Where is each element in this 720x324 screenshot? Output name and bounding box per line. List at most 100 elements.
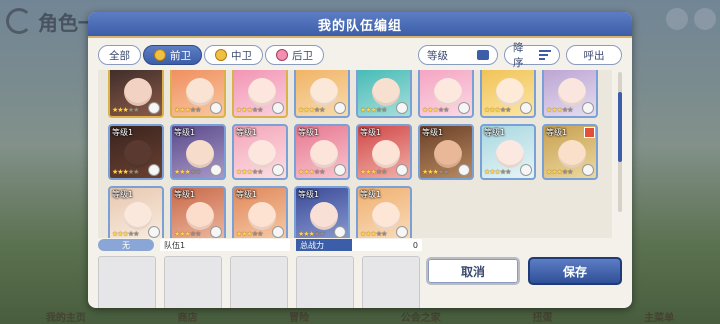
detail-arrow-icon[interactable] <box>396 102 408 114</box>
character-level: 等级1 <box>236 190 258 199</box>
scrollbar-thumb[interactable] <box>618 92 622 162</box>
rarity-stars: ★★★★★ <box>236 230 263 238</box>
call-out-button[interactable]: 呼出 <box>566 45 622 65</box>
team-edit-dialog: 我的队伍编组 全部 前卫 中卫 后卫 等级 降序 呼出 ★★★★★ ★★★★★ ★★★★★… <box>88 12 632 308</box>
character-portrait <box>248 202 276 230</box>
rarity-stars: ★★★★★ <box>174 106 201 114</box>
character-portrait <box>186 78 214 106</box>
character-card[interactable]: 等级1 ★★★★★ <box>170 186 226 238</box>
character-card[interactable]: ★★★★★ <box>418 70 474 118</box>
character-portrait <box>124 202 152 230</box>
character-card[interactable]: 等级1 ★★★★★ <box>294 186 350 238</box>
character-card[interactable]: 等级1 ★★★★★ <box>232 186 288 238</box>
detail-arrow-icon[interactable] <box>272 226 284 238</box>
sort-order-button[interactable]: 降序 <box>504 42 560 69</box>
team-slot[interactable] <box>296 256 354 308</box>
character-card[interactable]: 等级1 ★★★★★ <box>294 124 350 180</box>
rarity-stars: ★★★★★ <box>236 168 263 176</box>
detail-arrow-icon[interactable] <box>334 164 346 176</box>
character-card[interactable]: 等级1 ★★★★★ <box>418 124 474 180</box>
character-portrait <box>310 78 338 106</box>
character-level: 等级1 <box>236 128 258 137</box>
character-level: 等级1 <box>298 190 320 199</box>
character-card[interactable]: 等级1 ★★★★★ <box>108 124 164 180</box>
character-portrait <box>186 202 214 230</box>
total-power-label: 总战力 <box>296 239 352 251</box>
character-level: 等级1 <box>174 190 196 199</box>
detail-arrow-icon[interactable] <box>396 226 408 238</box>
rarity-stars: ★★★★★ <box>546 168 573 176</box>
detail-arrow-icon[interactable] <box>458 102 470 114</box>
cancel-button[interactable]: 取消 <box>426 257 520 285</box>
character-portrait <box>372 202 400 230</box>
tab-label: 后卫 <box>292 49 313 62</box>
detail-arrow-icon[interactable] <box>148 164 160 176</box>
rarity-stars: ★★★★★ <box>422 168 449 176</box>
list-scrollbar[interactable] <box>618 72 622 212</box>
detail-arrow-icon[interactable] <box>396 164 408 176</box>
tab-2[interactable]: 中卫 <box>204 45 263 65</box>
character-portrait <box>310 202 338 230</box>
character-card[interactable]: ★★★★★ <box>108 70 164 118</box>
rarity-stars: ★★★★★ <box>298 106 325 114</box>
character-portrait <box>248 78 276 106</box>
detail-arrow-icon[interactable] <box>334 102 346 114</box>
team-slot[interactable] <box>164 256 222 308</box>
position-tabs: 全部 前卫 中卫 后卫 <box>98 45 324 65</box>
rarity-stars: ★★★★★ <box>298 168 325 176</box>
tab-3[interactable]: 后卫 <box>265 45 324 65</box>
rarity-stars: ★★★★★ <box>174 168 201 176</box>
rarity-stars: ★★★★★ <box>236 106 263 114</box>
rarity-stars: ★★★★★ <box>360 230 387 238</box>
character-card[interactable]: ★★★★★ <box>480 70 536 118</box>
character-portrait <box>248 140 276 168</box>
character-portrait <box>496 140 524 168</box>
character-card[interactable]: 等级1 ★★★★★ <box>170 124 226 180</box>
detail-arrow-icon[interactable] <box>520 164 532 176</box>
save-button[interactable]: 保存 <box>528 257 622 285</box>
character-level: 等级1 <box>112 128 134 137</box>
detail-arrow-icon[interactable] <box>210 102 222 114</box>
leader-badge-icon <box>584 127 595 138</box>
character-card[interactable]: 等级1 ★★★★★ <box>542 124 598 180</box>
detail-arrow-icon[interactable] <box>272 102 284 114</box>
character-card[interactable]: ★★★★★ <box>542 70 598 118</box>
character-portrait <box>372 78 400 106</box>
character-card[interactable]: ★★★★★ <box>170 70 226 118</box>
team-slot[interactable] <box>362 256 420 308</box>
character-card[interactable]: 等级1 ★★★★★ <box>232 124 288 180</box>
detail-arrow-icon[interactable] <box>272 164 284 176</box>
rarity-stars: ★★★★★ <box>360 168 387 176</box>
team-slot[interactable] <box>230 256 288 308</box>
character-portrait <box>558 140 586 168</box>
detail-arrow-icon[interactable] <box>148 102 160 114</box>
tab-0[interactable]: 全部 <box>98 45 141 65</box>
character-list[interactable]: ★★★★★ ★★★★★ ★★★★★ ★★★★★ ★★★★★ ★★★★★ ★★★★★ ★★★★★… <box>98 70 612 238</box>
detail-arrow-icon[interactable] <box>210 226 222 238</box>
character-card[interactable]: 等级1 ★★★★★ <box>108 186 164 238</box>
character-portrait <box>124 140 152 168</box>
character-card[interactable]: 等级1 ★★★★★ <box>480 124 536 180</box>
tab-1[interactable]: 前卫 <box>143 45 202 65</box>
rarity-stars: ★★★★★ <box>112 230 139 238</box>
detail-arrow-icon[interactable] <box>582 164 594 176</box>
sort-level-button[interactable]: 等级 <box>418 45 498 65</box>
rarity-stars: ★★★★★ <box>422 106 449 114</box>
middle-icon <box>215 49 227 61</box>
character-level: 等级1 <box>112 190 134 199</box>
detail-arrow-icon[interactable] <box>210 164 222 176</box>
rarity-stars: ★★★★★ <box>174 230 201 238</box>
character-card[interactable]: ★★★★★ <box>232 70 288 118</box>
rarity-stars: ★★★★★ <box>360 106 387 114</box>
detail-arrow-icon[interactable] <box>148 226 160 238</box>
detail-arrow-icon[interactable] <box>582 102 594 114</box>
character-card[interactable]: ★★★★★ <box>294 70 350 118</box>
detail-arrow-icon[interactable] <box>520 102 532 114</box>
character-card[interactable]: ★★★★★ <box>356 70 412 118</box>
character-card[interactable]: 等级1 ★★★★★ <box>356 124 412 180</box>
character-card[interactable]: 等级1 ★★★★★ <box>356 186 412 238</box>
total-power-value: 0 <box>352 239 422 251</box>
team-slot[interactable] <box>98 256 156 308</box>
detail-arrow-icon[interactable] <box>334 226 346 238</box>
detail-arrow-icon[interactable] <box>458 164 470 176</box>
